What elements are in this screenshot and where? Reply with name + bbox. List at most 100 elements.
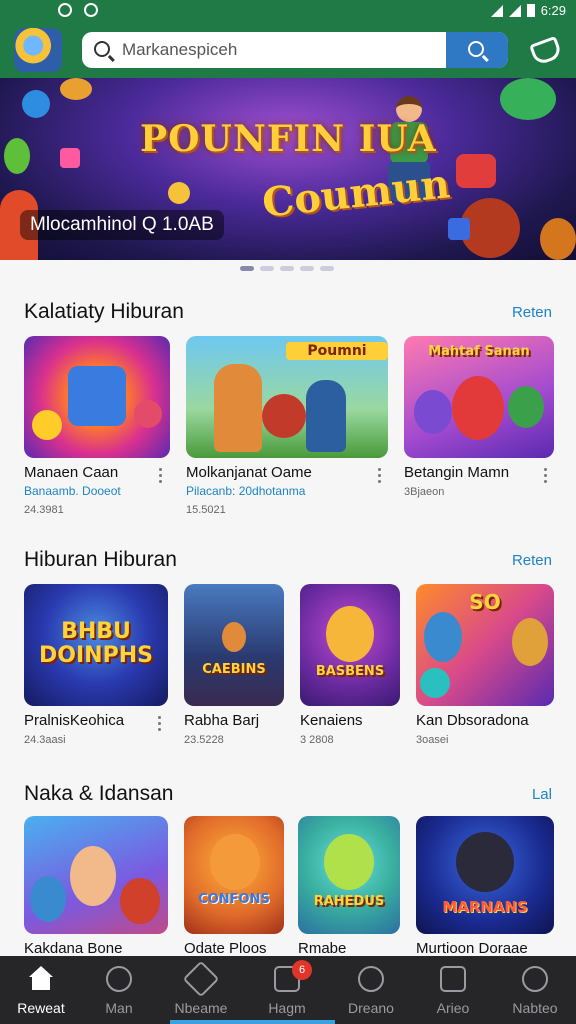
game-title: PralnisKeohica	[24, 712, 125, 729]
coin-icon	[500, 78, 556, 120]
search-icon	[94, 41, 110, 57]
game-title: Kan Dbsoradona	[416, 712, 529, 729]
section-title: Hiburan Hiburan	[24, 548, 177, 571]
balloon-icon	[4, 138, 30, 174]
search-icon	[106, 966, 132, 992]
list-icon	[440, 966, 466, 992]
nav-item-bag[interactable]: 6 Hagm	[246, 956, 328, 1024]
nav-active-indicator	[170, 1020, 335, 1024]
status-icons: 6:29	[490, 3, 566, 18]
nav-item-list[interactable]: Arieo	[412, 956, 494, 1024]
game-title: Rmabe	[298, 940, 347, 956]
game-downloads: 3Bjaeon	[404, 486, 445, 498]
game-title: Kakdana Bone	[24, 940, 123, 956]
game-title: Odate Ploos	[184, 940, 267, 956]
game-title: Manaen Caan	[24, 464, 119, 481]
game-downloads: 3 2808	[300, 734, 334, 746]
dice-icon	[456, 154, 496, 188]
game-title: Kenaiens	[300, 712, 363, 729]
donut-icon	[540, 218, 576, 260]
game-thumbnail[interactable]: RAHEDUS	[298, 816, 400, 934]
nav-item-star[interactable]: Nbeame	[160, 956, 242, 1024]
game-developer: Banaamb. Dooeot	[24, 484, 121, 498]
nav-item-profile[interactable]: Nabteo	[494, 956, 576, 1024]
search-input[interactable]: Markanespiceh	[122, 40, 237, 60]
more-options-icon[interactable]	[159, 468, 163, 486]
star-icon	[182, 960, 220, 998]
banner-caption: Mlocamhinol Q 1.0AB	[20, 210, 224, 240]
carousel-dot-active[interactable]	[240, 266, 254, 271]
game-card[interactable]: MARNANS Murtioon Doraae	[416, 816, 556, 956]
wifi-icon	[490, 4, 503, 17]
game-thumbnail[interactable]: BASBENS	[300, 584, 400, 706]
game-thumbnail[interactable]: MARNANS	[416, 816, 554, 934]
section-more-link[interactable]: Lal	[532, 786, 552, 803]
game-downloads: 24.3981	[24, 504, 64, 516]
app-logo[interactable]	[14, 28, 62, 72]
game-card[interactable]: Poumni Molkanjanat Oame Pilacanb: 20dhot…	[186, 336, 390, 516]
game-thumbnail[interactable]	[24, 816, 168, 934]
section-naka-idansan: Naka & Idansan Lal Kakdana Bone CONFONS …	[0, 782, 576, 956]
gem-icon	[22, 90, 50, 118]
game-developer: Pilacanb: 20dhotanma	[186, 484, 306, 498]
nav-item-discover[interactable]: Dreano	[330, 956, 412, 1024]
banner-subtitle: Coumun	[260, 160, 453, 227]
carousel-dot[interactable]	[320, 266, 334, 271]
app-header: Markanespiceh	[0, 22, 576, 78]
carousel-dot[interactable]	[300, 266, 314, 271]
game-title: Murtioon Doraae	[416, 940, 528, 956]
notification-badge: 6	[292, 960, 312, 980]
carousel-dot[interactable]	[260, 266, 274, 271]
game-thumbnail[interactable]	[24, 336, 170, 458]
game-title: Molkanjanat Oame	[186, 464, 312, 481]
search-button[interactable]	[446, 32, 508, 68]
game-card[interactable]: BHBU DOINPHS PralnisKeohica 24.3aasi	[24, 584, 170, 754]
battery-icon	[526, 4, 535, 17]
game-card[interactable]: CONFONS Odate Ploos	[184, 816, 288, 956]
section-more-link[interactable]: Reten	[512, 552, 552, 569]
nav-item-home[interactable]: Reweat	[0, 956, 82, 1024]
featured-banner[interactable]: POUNFIN IUA Coumun Mlocamhinol Q 1.0AB	[0, 78, 576, 260]
game-thumbnail[interactable]: BHBU DOINPHS	[24, 584, 168, 706]
game-thumbnail[interactable]: CAEBINS	[184, 584, 284, 706]
game-card[interactable]: BASBENS Kenaiens 3 2808	[300, 584, 404, 754]
game-card[interactable]: SO Kan Dbsoradona 3oasei	[416, 584, 556, 754]
section-hiburan-hiburan: Hiburan Hiburan Reten BHBU DOINPHS Praln…	[0, 548, 576, 758]
profile-icon	[522, 966, 548, 992]
signal-icon	[508, 4, 521, 17]
game-card[interactable]: Kakdana Bone	[24, 816, 170, 956]
coin-icon	[168, 182, 190, 204]
more-options-icon[interactable]	[158, 716, 162, 734]
notification-icon	[84, 3, 98, 17]
carousel-indicator	[240, 266, 334, 271]
carousel-dot[interactable]	[280, 266, 294, 271]
section-title: Naka & Idansan	[24, 782, 174, 805]
section-title: Kalatiaty Hiburan	[24, 300, 184, 323]
section-kalatiaty-hiburan: Kalatiaty Hiburan Reten Manaen Caan Bana…	[0, 300, 576, 525]
more-options-icon[interactable]	[378, 468, 382, 486]
search-bar[interactable]: Markanespiceh	[82, 32, 508, 68]
game-thumbnail[interactable]: Mahtaf Sanan	[404, 336, 554, 458]
game-downloads: 15.5021	[186, 504, 226, 516]
nav-item-search[interactable]: Man	[78, 956, 160, 1024]
game-card[interactable]: RAHEDUS Rmabe	[298, 816, 402, 956]
home-icon	[28, 966, 54, 992]
game-downloads: 3oasei	[416, 734, 449, 746]
search-icon	[468, 41, 484, 57]
gem-icon	[448, 218, 470, 240]
section-more-link[interactable]: Reten	[512, 304, 552, 321]
game-card[interactable]: Manaen Caan Banaamb. Dooeot 24.3981	[24, 336, 174, 516]
game-card[interactable]: CAEBINS Rabha Barj 23.5228	[184, 584, 292, 754]
game-downloads: 24.3aasi	[24, 734, 66, 746]
coin-icon	[60, 78, 92, 100]
shopping-cart-icon[interactable]	[528, 36, 558, 64]
banner-title: POUNFIN IUA	[140, 118, 437, 160]
game-thumbnail[interactable]: Poumni	[186, 336, 388, 458]
game-thumbnail[interactable]: SO	[416, 584, 554, 706]
candy-icon	[60, 148, 80, 168]
bottom-navigation: Reweat Man Nbeame 6 Hagm Dreano Arieo Na…	[0, 956, 576, 1024]
more-options-icon[interactable]	[544, 468, 548, 486]
game-thumbnail[interactable]: CONFONS	[184, 816, 284, 934]
clock: 6:29	[540, 3, 566, 18]
game-card[interactable]: Mahtaf Sanan Betangin Mamn 3Bjaeon	[404, 336, 554, 516]
